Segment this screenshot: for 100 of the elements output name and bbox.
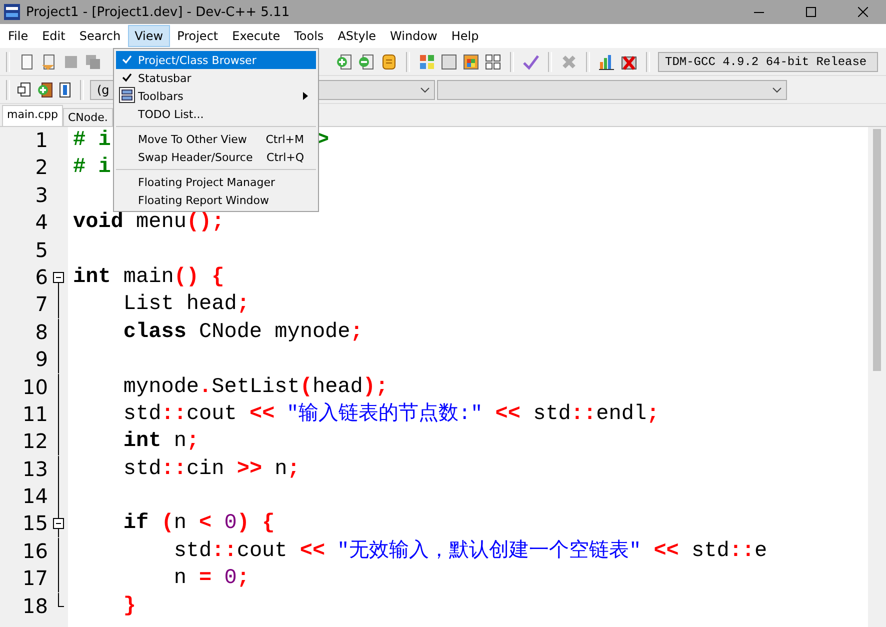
code-text: int [122, 429, 162, 456]
code-text: = [198, 566, 212, 592]
note-icon[interactable] [380, 52, 398, 70]
code-text: { [261, 511, 275, 538]
menu-item[interactable]: Execute [225, 25, 288, 47]
code-text: :: [570, 402, 596, 428]
code-text: >> [236, 456, 262, 483]
code-text: CNode mynode [198, 320, 350, 346]
line-number: 11 [22, 400, 48, 428]
code-text: ; [350, 320, 363, 346]
code-text: { [210, 264, 224, 291]
line-number: 2 [34, 154, 48, 182]
code-text: ); [362, 374, 388, 401]
file-tab[interactable]: main.cpp [2, 105, 63, 126]
menu-item[interactable]: Edit [35, 25, 72, 47]
add-icon[interactable] [36, 80, 54, 98]
scrollbar[interactable] [868, 127, 886, 627]
line-number: 13 [22, 456, 48, 483]
line-number: 9 [34, 346, 48, 374]
line-number: 14 [22, 483, 48, 510]
line-number: 10 [22, 374, 48, 401]
fold-toggle-icon[interactable] [52, 510, 64, 538]
code-text: if [122, 511, 149, 538]
code-text: e [754, 538, 768, 565]
line-number: 18 [22, 592, 48, 620]
code-text: (); [186, 210, 224, 236]
app-logo-icon [4, 4, 20, 20]
menu-option[interactable]: Project/Class Browser [116, 51, 316, 69]
cascade-icon[interactable] [462, 52, 480, 70]
code-text: ; [646, 402, 660, 428]
toolbar-icon [119, 86, 135, 102]
code-text: n [172, 566, 186, 592]
code-text: . [199, 374, 212, 401]
code-text: << [652, 538, 679, 565]
menu-item[interactable]: Search [72, 25, 128, 47]
line-number: 16 [22, 538, 48, 565]
menu-item[interactable]: Window [383, 25, 444, 47]
code-text: main [122, 264, 174, 291]
line-number: 4 [34, 209, 48, 236]
code-text: # i [73, 128, 111, 154]
menu-item[interactable]: File [1, 25, 36, 47]
menu-item[interactable]: Tools [287, 25, 331, 47]
line-number: 8 [34, 318, 48, 346]
code-text: ( [300, 374, 312, 401]
code-text: ; [186, 429, 200, 456]
code-text: ; [287, 456, 300, 483]
code-text: std [122, 402, 162, 428]
chevron-icon[interactable] [772, 86, 782, 92]
menu-option[interactable]: Toolbars [116, 87, 316, 105]
menu-option[interactable]: TODO List... [116, 105, 316, 123]
menu-item[interactable]: AStyle [330, 25, 384, 47]
window-title: Project1 - [Project1.dev] - Dev-C++ 5.11 [26, 4, 291, 20]
code-text: ( [160, 511, 174, 538]
compiler-select[interactable]: TDM-GCC 4.9.2 64-bit Release [658, 52, 878, 72]
code-text: ; [236, 292, 250, 318]
code-text: SetList [212, 374, 300, 401]
grid-icon[interactable] [484, 52, 502, 70]
menu-item[interactable]: View [128, 25, 170, 47]
check-icon[interactable] [522, 52, 540, 70]
code-text: :: [729, 538, 755, 565]
code-text: << [298, 538, 326, 565]
menu-option[interactable]: Move To Other View Ctrl+M [116, 130, 316, 148]
bar-chart-icon[interactable] [598, 52, 616, 70]
code-text: n [274, 456, 288, 483]
chevron-icon[interactable] [420, 86, 430, 92]
file-tab[interactable]: CNode. [63, 108, 113, 126]
close-icon[interactable] [858, 7, 868, 17]
code-text: std [532, 402, 571, 428]
code-text: "无效输入，默认创建一个空链表" [336, 538, 642, 565]
add-file-icon[interactable] [336, 52, 354, 70]
code-text: head [312, 374, 363, 401]
code-text: std [690, 538, 730, 565]
menu-option[interactable]: Floating Project Manager [116, 173, 316, 191]
menu-option[interactable]: Floating Report Window [116, 191, 316, 209]
menu-item[interactable]: Project [170, 25, 226, 47]
code-text: :: [212, 538, 237, 565]
tile-icon[interactable] [418, 52, 436, 70]
line-number: 15 [22, 510, 48, 538]
code-text: << [494, 402, 520, 428]
line-number: 6 [34, 264, 48, 291]
code-text: n [172, 429, 186, 456]
maximize-icon[interactable] [806, 7, 816, 17]
code-text: cout [236, 538, 288, 565]
menu-option[interactable]: Statusbar [116, 69, 316, 87]
code-text: std [172, 538, 212, 565]
code-text: () [174, 264, 200, 291]
remove-file-icon[interactable] [358, 52, 376, 70]
line-number: 7 [34, 291, 48, 318]
line-number: 12 [22, 428, 48, 456]
line-number: 17 [22, 565, 48, 592]
code-text: endl [596, 402, 647, 428]
code-text: n [174, 511, 186, 538]
code-text: < [198, 511, 212, 538]
menu-item[interactable]: Help [444, 25, 486, 47]
code-text: menu [135, 210, 186, 236]
code-text: List head [122, 292, 237, 318]
code-text: :: [161, 456, 186, 483]
code-text: class [122, 320, 186, 346]
code-text: "输入链表的节点数:" [286, 402, 483, 428]
menu-option[interactable]: Swap Header/Source Ctrl+Q [116, 148, 316, 166]
